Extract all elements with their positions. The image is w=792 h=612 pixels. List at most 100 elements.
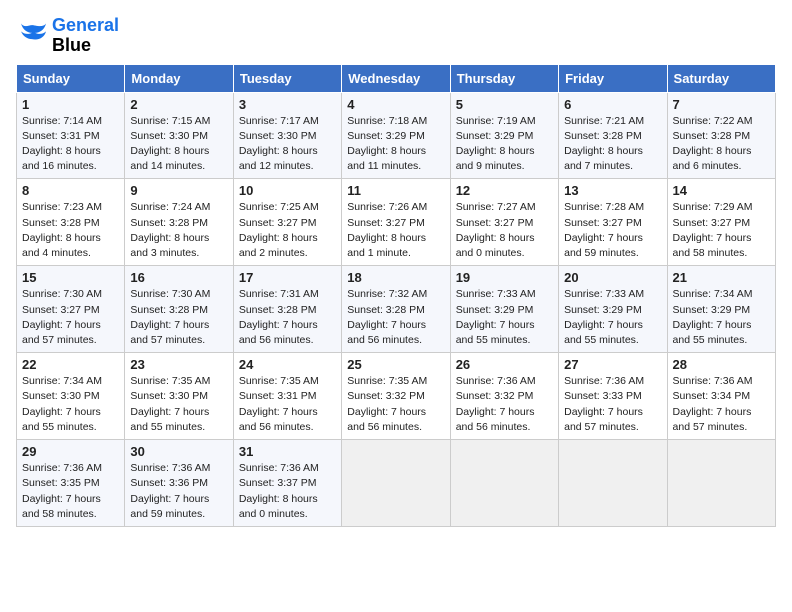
calendar-cell: 23 Sunrise: 7:35 AMSunset: 3:30 PMDayligh… — [125, 353, 233, 440]
calendar-cell: 5 Sunrise: 7:19 AMSunset: 3:29 PMDaylight… — [450, 92, 558, 179]
calendar-cell: 6 Sunrise: 7:21 AMSunset: 3:28 PMDaylight… — [559, 92, 667, 179]
week-row-2: 8Sunrise: 7:23 AMSunset: 3:28 PMDaylight… — [17, 179, 776, 266]
cell-content: Sunrise: 7:15 AMSunset: 3:30 PMDaylight:… — [130, 115, 210, 173]
calendar-cell: 16 Sunrise: 7:30 AMSunset: 3:28 PMDayligh… — [125, 266, 233, 353]
header-row: Sunday Monday Tuesday Wednesday Thursday… — [17, 64, 776, 92]
col-tuesday: Tuesday — [233, 64, 341, 92]
day-number: 19 — [456, 270, 553, 285]
day-number: 13 — [564, 183, 661, 198]
col-monday: Monday — [125, 64, 233, 92]
cell-content: Sunrise: 7:30 AMSunset: 3:28 PMDaylight:… — [130, 288, 210, 346]
day-number: 30 — [130, 444, 227, 459]
day-number: 28 — [673, 357, 770, 372]
cell-content: Sunrise: 7:18 AMSunset: 3:29 PMDaylight:… — [347, 115, 427, 173]
calendar-cell: 30 Sunrise: 7:36 AMSunset: 3:36 PMDayligh… — [125, 440, 233, 527]
cell-content: Sunrise: 7:34 AMSunset: 3:29 PMDaylight:… — [673, 288, 753, 346]
cell-content: Sunrise: 7:28 AMSunset: 3:27 PMDaylight:… — [564, 201, 644, 259]
calendar-cell: 24 Sunrise: 7:35 AMSunset: 3:31 PMDayligh… — [233, 353, 341, 440]
cell-content: Sunrise: 7:21 AMSunset: 3:28 PMDaylight:… — [564, 115, 644, 173]
logo-general: General — [52, 16, 119, 36]
col-wednesday: Wednesday — [342, 64, 450, 92]
week-row-5: 29Sunrise: 7:36 AMSunset: 3:35 PMDayligh… — [17, 440, 776, 527]
day-number: 26 — [456, 357, 553, 372]
day-number: 27 — [564, 357, 661, 372]
calendar-cell: 17Sunrise: 7:31 AMSunset: 3:28 PMDayligh… — [233, 266, 341, 353]
cell-content: Sunrise: 7:36 AMSunset: 3:33 PMDaylight:… — [564, 375, 644, 433]
day-number: 29 — [22, 444, 119, 459]
calendar-cell: 11 Sunrise: 7:26 AMSunset: 3:27 PMDayligh… — [342, 179, 450, 266]
day-number: 10 — [239, 183, 336, 198]
col-thursday: Thursday — [450, 64, 558, 92]
cell-content: Sunrise: 7:35 AMSunset: 3:30 PMDaylight:… — [130, 375, 210, 433]
calendar-cell: 14Sunrise: 7:29 AMSunset: 3:27 PMDayligh… — [667, 179, 775, 266]
day-number: 3 — [239, 97, 336, 112]
cell-content: Sunrise: 7:35 AMSunset: 3:32 PMDaylight:… — [347, 375, 427, 433]
day-number: 11 — [347, 183, 444, 198]
day-number: 24 — [239, 357, 336, 372]
logo-bird-icon — [16, 22, 48, 50]
col-sunday: Sunday — [17, 64, 125, 92]
cell-content: Sunrise: 7:33 AMSunset: 3:29 PMDaylight:… — [564, 288, 644, 346]
cell-content: Sunrise: 7:27 AMSunset: 3:27 PMDaylight:… — [456, 201, 536, 259]
day-number: 14 — [673, 183, 770, 198]
calendar-cell: 3Sunrise: 7:17 AMSunset: 3:30 PMDaylight… — [233, 92, 341, 179]
cell-content: Sunrise: 7:35 AMSunset: 3:31 PMDaylight:… — [239, 375, 319, 433]
day-number: 22 — [22, 357, 119, 372]
day-number: 8 — [22, 183, 119, 198]
calendar-cell: 18Sunrise: 7:32 AMSunset: 3:28 PMDayligh… — [342, 266, 450, 353]
day-number: 15 — [22, 270, 119, 285]
cell-content: Sunrise: 7:14 AMSunset: 3:31 PMDaylight:… — [22, 115, 102, 173]
week-row-1: 1 Sunrise: 7:14 AMSunset: 3:31 PMDaylight… — [17, 92, 776, 179]
calendar-cell: 10 Sunrise: 7:25 AMSunset: 3:27 PMDayligh… — [233, 179, 341, 266]
calendar-cell: 25 Sunrise: 7:35 AMSunset: 3:32 PMDayligh… — [342, 353, 450, 440]
calendar-cell — [450, 440, 558, 527]
day-number: 18 — [347, 270, 444, 285]
calendar-cell: 27 Sunrise: 7:36 AMSunset: 3:33 PMDayligh… — [559, 353, 667, 440]
logo: General Blue — [16, 16, 119, 56]
calendar-cell: 21 Sunrise: 7:34 AMSunset: 3:29 PMDayligh… — [667, 266, 775, 353]
day-number: 25 — [347, 357, 444, 372]
calendar-cell: 31 Sunrise: 7:36 AMSunset: 3:37 PMDayligh… — [233, 440, 341, 527]
day-number: 2 — [130, 97, 227, 112]
day-number: 5 — [456, 97, 553, 112]
calendar-cell: 12 Sunrise: 7:27 AMSunset: 3:27 PMDayligh… — [450, 179, 558, 266]
cell-content: Sunrise: 7:30 AMSunset: 3:27 PMDaylight:… — [22, 288, 102, 346]
calendar-cell: 20Sunrise: 7:33 AMSunset: 3:29 PMDayligh… — [559, 266, 667, 353]
calendar-cell: 2 Sunrise: 7:15 AMSunset: 3:30 PMDaylight… — [125, 92, 233, 179]
cell-content: Sunrise: 7:22 AMSunset: 3:28 PMDaylight:… — [673, 115, 753, 173]
day-number: 23 — [130, 357, 227, 372]
col-friday: Friday — [559, 64, 667, 92]
day-number: 7 — [673, 97, 770, 112]
day-number: 17 — [239, 270, 336, 285]
cell-content: Sunrise: 7:36 AMSunset: 3:36 PMDaylight:… — [130, 462, 210, 520]
calendar-table: Sunday Monday Tuesday Wednesday Thursday… — [16, 64, 776, 527]
day-number: 1 — [22, 97, 119, 112]
calendar-cell: 9Sunrise: 7:24 AMSunset: 3:28 PMDaylight… — [125, 179, 233, 266]
calendar-cell: 26Sunrise: 7:36 AMSunset: 3:32 PMDayligh… — [450, 353, 558, 440]
calendar-cell: 29Sunrise: 7:36 AMSunset: 3:35 PMDayligh… — [17, 440, 125, 527]
calendar-cell: 7 Sunrise: 7:22 AMSunset: 3:28 PMDaylight… — [667, 92, 775, 179]
day-number: 12 — [456, 183, 553, 198]
calendar-cell — [342, 440, 450, 527]
calendar-cell: 13 Sunrise: 7:28 AMSunset: 3:27 PMDayligh… — [559, 179, 667, 266]
calendar-cell: 1 Sunrise: 7:14 AMSunset: 3:31 PMDaylight… — [17, 92, 125, 179]
day-number: 31 — [239, 444, 336, 459]
day-number: 21 — [673, 270, 770, 285]
calendar-cell: 19 Sunrise: 7:33 AMSunset: 3:29 PMDayligh… — [450, 266, 558, 353]
cell-content: Sunrise: 7:19 AMSunset: 3:29 PMDaylight:… — [456, 115, 536, 173]
calendar-cell: 28Sunrise: 7:36 AMSunset: 3:34 PMDayligh… — [667, 353, 775, 440]
calendar-cell: 22 Sunrise: 7:34 AMSunset: 3:30 PMDayligh… — [17, 353, 125, 440]
calendar-cell — [559, 440, 667, 527]
cell-content: Sunrise: 7:33 AMSunset: 3:29 PMDaylight:… — [456, 288, 536, 346]
day-number: 16 — [130, 270, 227, 285]
cell-content: Sunrise: 7:36 AMSunset: 3:37 PMDaylight:… — [239, 462, 319, 520]
col-saturday: Saturday — [667, 64, 775, 92]
day-number: 6 — [564, 97, 661, 112]
page-header: General Blue — [16, 16, 776, 56]
calendar-cell: 8Sunrise: 7:23 AMSunset: 3:28 PMDaylight… — [17, 179, 125, 266]
cell-content: Sunrise: 7:34 AMSunset: 3:30 PMDaylight:… — [22, 375, 102, 433]
logo-blue: Blue — [52, 36, 119, 56]
cell-content: Sunrise: 7:25 AMSunset: 3:27 PMDaylight:… — [239, 201, 319, 259]
cell-content: Sunrise: 7:24 AMSunset: 3:28 PMDaylight:… — [130, 201, 210, 259]
cell-content: Sunrise: 7:26 AMSunset: 3:27 PMDaylight:… — [347, 201, 427, 259]
